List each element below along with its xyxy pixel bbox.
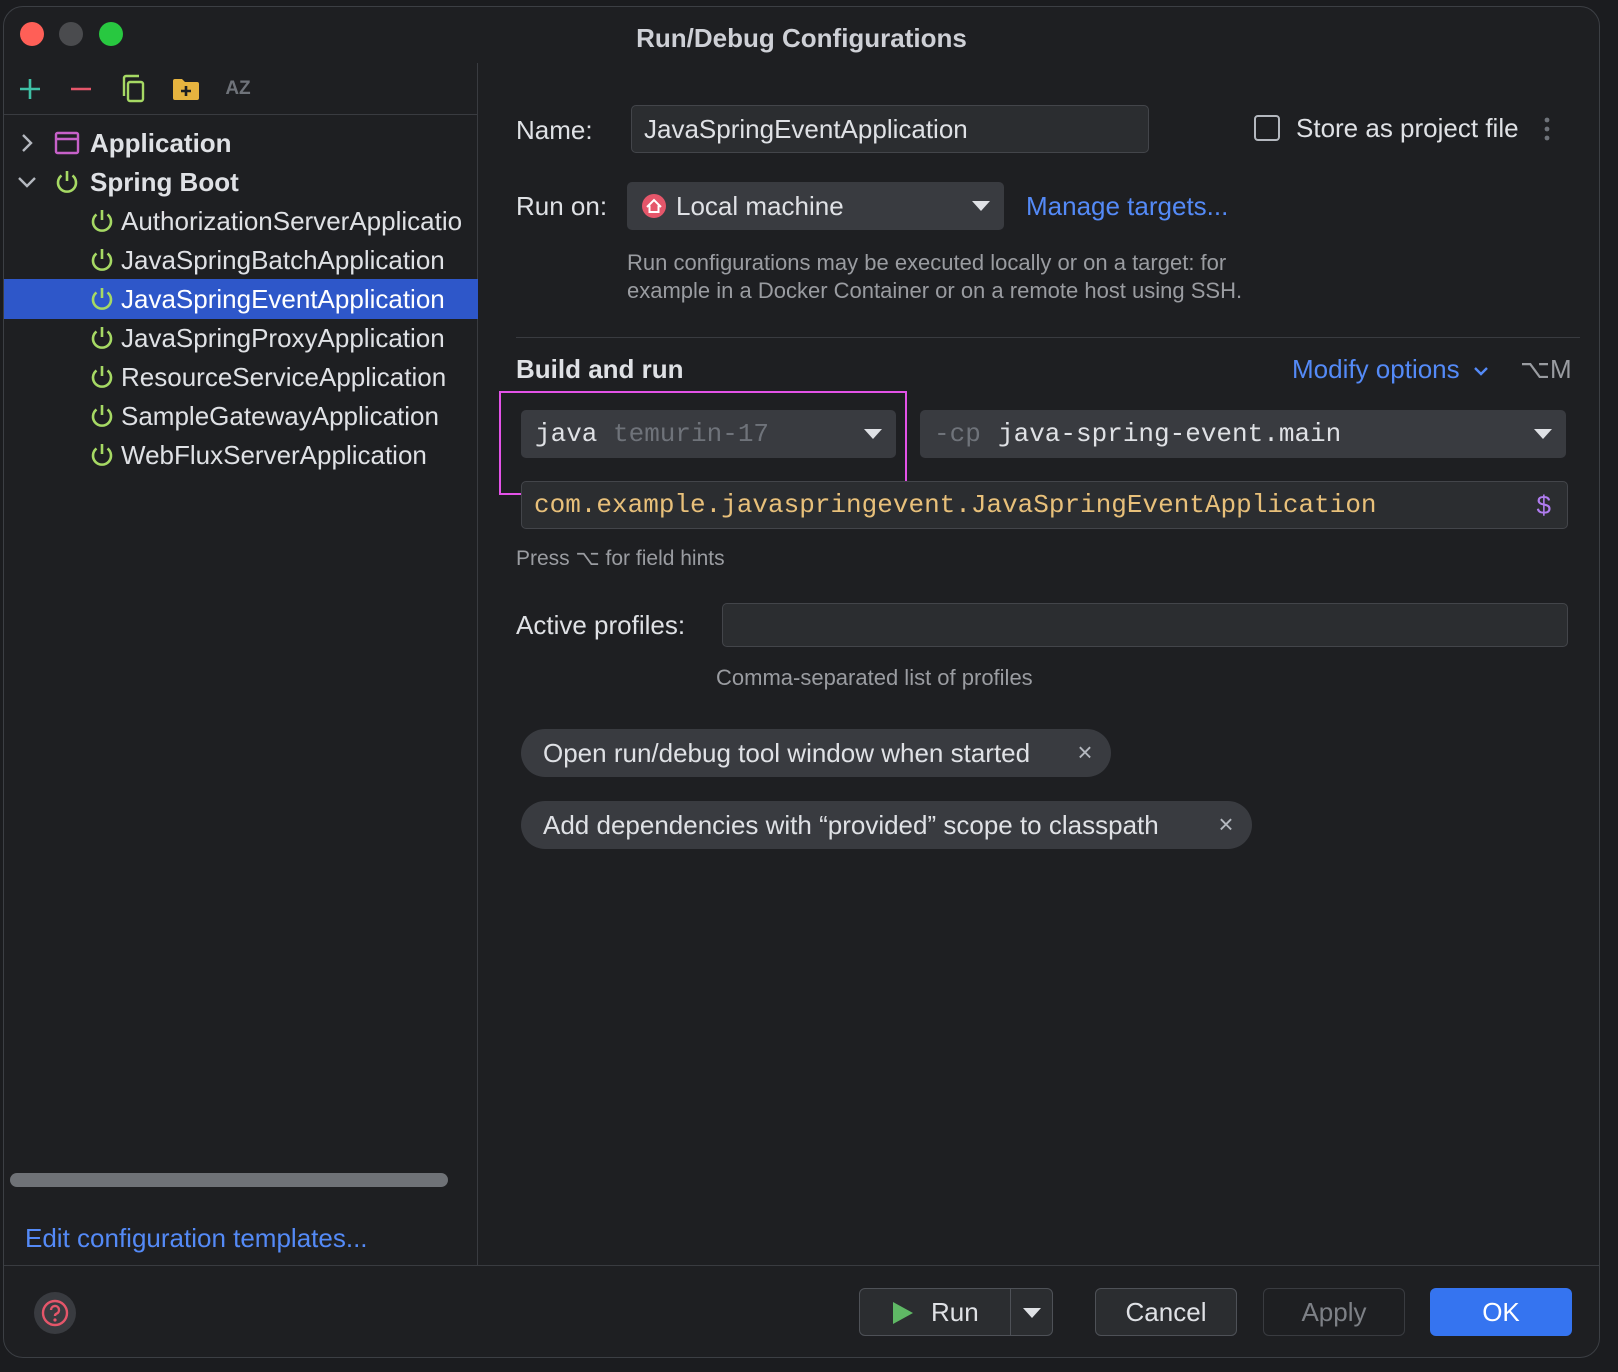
jdk-value: temurin-17 — [613, 419, 770, 449]
dropdown-arrow-icon — [864, 429, 882, 439]
active-profiles-input[interactable] — [722, 603, 1568, 647]
jdk-prefix: java — [535, 419, 598, 449]
home-icon — [642, 194, 666, 218]
manage-targets-link[interactable]: Manage targets... — [1026, 191, 1228, 222]
active-profiles-label: Active profiles: — [516, 610, 686, 640]
main-class-input[interactable]: com.example.javaspringevent.JavaSpringEv… — [521, 481, 1568, 529]
run-on-value: Local machine — [676, 190, 844, 221]
tree-item-label: JavaSpringBatchApplication — [121, 244, 445, 275]
help-button[interactable] — [34, 1292, 76, 1334]
play-icon — [893, 1302, 913, 1324]
close-icon[interactable]: × — [1074, 739, 1096, 765]
spring-boot-icon — [56, 171, 78, 193]
apply-button[interactable]: Apply — [1263, 1288, 1405, 1336]
tree-item[interactable]: SampleGatewayApplication — [4, 396, 478, 436]
chevron-down-icon[interactable] — [16, 171, 38, 193]
tree-item[interactable]: AuthorizationServerApplicatio — [4, 201, 478, 241]
sort-alphabetically-icon[interactable]: AZ — [222, 73, 254, 105]
tree-item-label: AuthorizationServerApplicatio — [121, 205, 463, 236]
help-icon — [41, 1299, 69, 1327]
spring-boot-icon — [91, 366, 113, 388]
run-on-hint-line-1: Run configurations may be executed local… — [627, 250, 1227, 275]
ok-button[interactable]: OK — [1430, 1288, 1572, 1336]
classpath-module-dropdown[interactable]: -cp java-spring-event.main — [920, 410, 1566, 458]
main-class-value: com.example.javaspringevent.JavaSpringEv… — [534, 490, 1377, 520]
horizontal-scrollbar[interactable] — [10, 1173, 448, 1187]
modify-options-shortcut: ⌥M — [1520, 354, 1572, 384]
option-chip: Open run/debug tool window when started … — [521, 729, 1111, 777]
tree-item[interactable]: WebFluxServerApplication — [4, 435, 478, 475]
tree-group-application[interactable]: Application — [4, 123, 478, 163]
spring-boot-icon — [91, 444, 113, 466]
separator — [516, 337, 1580, 338]
chevron-down-icon — [1474, 367, 1488, 376]
modify-options-label: Modify options — [1292, 354, 1460, 384]
edit-configuration-templates-link[interactable]: Edit configuration templates... — [25, 1223, 368, 1254]
spring-boot-icon — [91, 249, 113, 271]
modify-options-link[interactable]: Modify options — [1292, 354, 1489, 385]
run-on-label: Run on: — [516, 191, 608, 221]
name-label: Name: — [516, 115, 593, 145]
configurations-sidebar: AZ Application Spring Boot Authorization… — [4, 63, 478, 1265]
tree-item-label: ResourceServiceApplication — [121, 361, 447, 392]
spring-boot-icon — [91, 210, 113, 232]
name-input[interactable]: JavaSpringEventApplication — [631, 105, 1149, 153]
close-icon[interactable]: × — [1215, 811, 1237, 837]
option-chip: Add dependencies with “provided” scope t… — [521, 801, 1252, 849]
build-and-run-heading: Build and run — [516, 354, 684, 384]
cp-prefix: -cp — [934, 419, 981, 449]
tree-item-label: SampleGatewayApplication — [121, 400, 439, 431]
window-title: Run/Debug Configurations — [636, 23, 967, 53]
tree-group-label: Application — [90, 127, 232, 158]
tree-group-spring-boot[interactable]: Spring Boot — [4, 162, 478, 202]
cancel-button[interactable]: Cancel — [1095, 1288, 1237, 1336]
add-icon[interactable] — [14, 73, 46, 105]
dropdown-arrow-icon — [972, 201, 990, 211]
button-divider — [1010, 1289, 1011, 1335]
remove-icon[interactable] — [65, 73, 97, 105]
jdk-dropdown[interactable]: java temurin-17 — [521, 410, 896, 458]
tree-item-label: JavaSpringEventApplication — [121, 283, 445, 314]
run-button[interactable]: Run — [859, 1288, 1053, 1336]
title-bar: Run/Debug Configurations — [4, 7, 1599, 63]
option-chip-label: Add dependencies with “provided” scope t… — [543, 809, 1159, 840]
store-as-project-file-checkbox[interactable] — [1254, 115, 1280, 141]
spring-boot-icon — [91, 288, 113, 310]
application-icon — [54, 131, 80, 155]
field-hints-text: Press ⌥ for field hints — [516, 547, 725, 570]
chevron-right-icon[interactable] — [16, 132, 38, 154]
tree-group-label: Spring Boot — [90, 166, 239, 197]
tree-item-label: JavaSpringProxyApplication — [121, 322, 445, 353]
run-label: Run — [931, 1296, 979, 1327]
copy-icon[interactable] — [117, 73, 149, 105]
cp-value: java-spring-event.main — [998, 419, 1342, 449]
more-options-icon[interactable] — [1542, 116, 1552, 142]
dropdown-arrow-icon — [1534, 429, 1552, 439]
store-as-project-file-label[interactable]: Store as project file — [1296, 113, 1519, 144]
run-on-hint-line-2: example in a Docker Container or on a re… — [627, 278, 1243, 303]
configurations-toolbar: AZ — [4, 63, 477, 115]
spring-boot-icon — [91, 327, 113, 349]
tree-item[interactable]: ResourceServiceApplication — [4, 357, 478, 397]
spring-boot-icon — [91, 405, 113, 427]
dropdown-arrow-icon[interactable] — [1023, 1308, 1041, 1318]
option-chip-label: Open run/debug tool window when started — [543, 737, 1031, 768]
active-profiles-hint: Comma-separated list of profiles — [716, 665, 1033, 690]
browse-class-icon[interactable]: $ — [1537, 490, 1551, 521]
new-folder-icon[interactable] — [170, 73, 202, 105]
tree-item[interactable]: JavaSpringBatchApplication — [4, 240, 478, 280]
dialog-footer: Run Cancel Apply OK — [4, 1265, 1599, 1357]
tree-item-label: WebFluxServerApplication — [121, 439, 427, 470]
tree-item-selected[interactable]: JavaSpringEventApplication — [4, 279, 478, 319]
configuration-form: Name: JavaSpringEventApplication Store a… — [479, 63, 1599, 1265]
run-on-dropdown[interactable]: Local machine — [627, 182, 1004, 230]
run-debug-configurations-dialog: Run/Debug Configurations AZ Application — [3, 6, 1600, 1358]
tree-item[interactable]: JavaSpringProxyApplication — [4, 318, 478, 358]
